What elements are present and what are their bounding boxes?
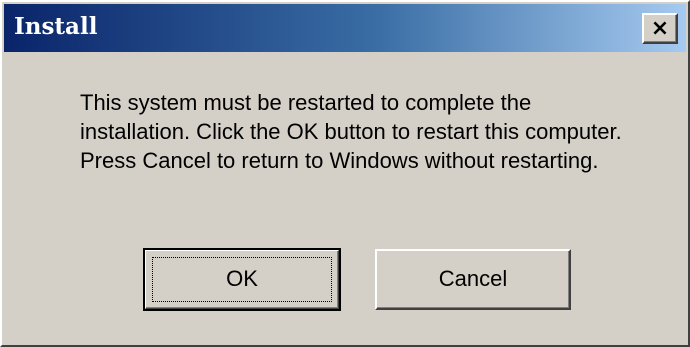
- cancel-button[interactable]: Cancel: [375, 249, 571, 310]
- window-title: Install: [14, 13, 98, 40]
- title-bar[interactable]: Install ×: [4, 4, 686, 52]
- ok-button[interactable]: OK: [143, 248, 341, 311]
- cancel-button-label: Cancel: [438, 266, 508, 291]
- focus-rectangle: [152, 257, 332, 302]
- close-icon: ×: [650, 16, 670, 41]
- dialog-message: This system must be restarted to complet…: [80, 90, 622, 173]
- close-button[interactable]: ×: [642, 13, 678, 44]
- install-dialog: Install × This system must be restarted …: [0, 0, 690, 347]
